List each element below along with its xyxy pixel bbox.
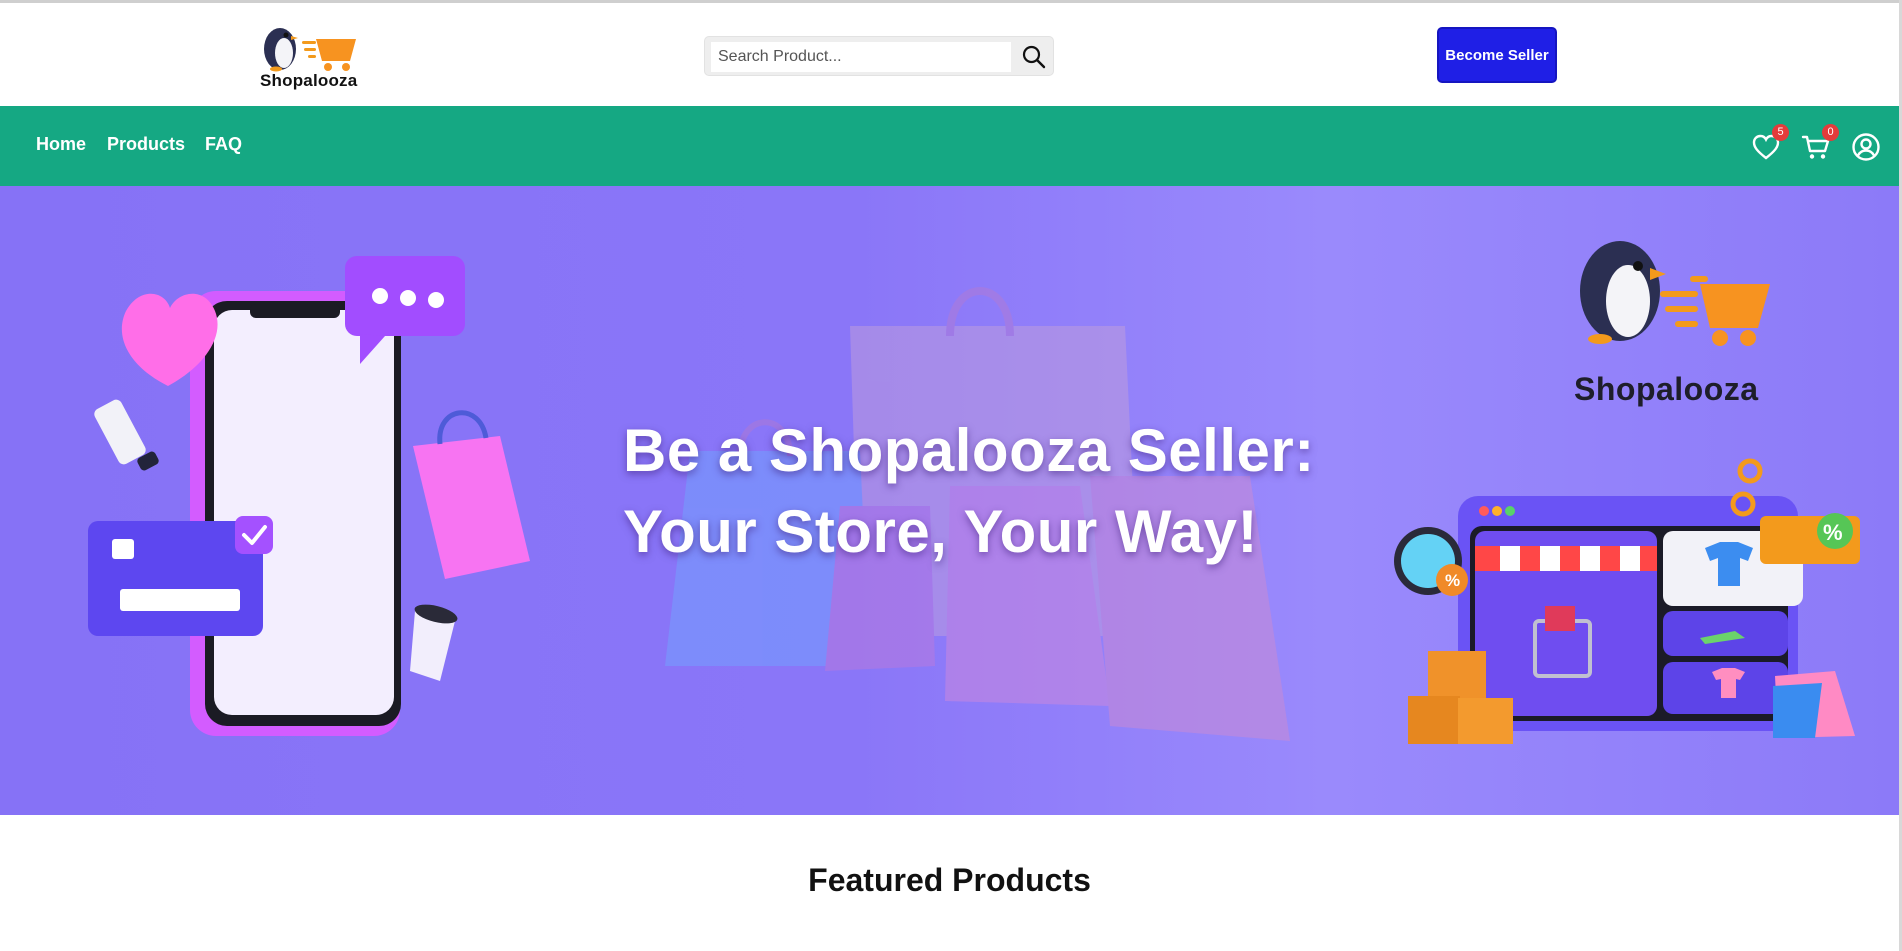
search-icon[interactable]	[1021, 44, 1047, 70]
wishlist-count-badge: 5	[1772, 124, 1789, 141]
cream-tube-illustration	[94, 399, 159, 471]
cart-button[interactable]: 0	[1801, 124, 1839, 162]
small-bags-illustration	[1773, 671, 1855, 738]
svg-text:%: %	[1445, 571, 1460, 590]
online-store-illustration	[1458, 496, 1803, 731]
credit-card-illustration	[88, 516, 273, 636]
hero-banner: % % Be a Shopalooza Seller: Your Store, …	[0, 186, 1899, 815]
search-input[interactable]	[711, 42, 1011, 72]
hero-logo-text: Shopalooza	[1574, 371, 1759, 407]
user-icon	[1852, 133, 1880, 161]
hero-title-line-2: Your Store, Your Way!	[623, 498, 1259, 565]
page: Shopalooza Become Seller Home Products F…	[0, 0, 1902, 951]
nav-home-link[interactable]: Home	[36, 134, 86, 155]
site-logo[interactable]: Shopalooza	[258, 17, 362, 91]
featured-products-heading: Featured Products	[808, 862, 1091, 898]
pink-bag-illustration	[413, 410, 530, 579]
wishlist-button[interactable]: 5	[1751, 124, 1789, 162]
hero-logo-icon	[1580, 241, 1770, 346]
hero-title: Be a Shopalooza Seller: Your Store, Your…	[623, 410, 1383, 572]
chat-bubble-illustration	[345, 256, 465, 364]
logo-text: Shopalooza	[260, 71, 358, 90]
nav-faq-link[interactable]: FAQ	[205, 134, 242, 155]
penguin-cart-logo-icon	[264, 28, 356, 72]
stopwatch-illustration: %	[1394, 527, 1468, 596]
main-nav: Home Products FAQ 5 0	[0, 106, 1899, 186]
nav-products-link[interactable]: Products	[107, 134, 185, 155]
svg-text:%: %	[1823, 520, 1843, 545]
hero-title-line-1: Be a Shopalooza Seller:	[623, 417, 1315, 484]
search-bar	[704, 36, 1054, 76]
account-button[interactable]	[1851, 132, 1881, 162]
site-header: Shopalooza Become Seller	[0, 3, 1899, 106]
cart-count-badge: 0	[1822, 124, 1839, 141]
phone-illustration	[190, 291, 401, 736]
cup-illustration	[410, 604, 458, 681]
become-seller-button[interactable]: Become Seller	[1437, 27, 1557, 83]
